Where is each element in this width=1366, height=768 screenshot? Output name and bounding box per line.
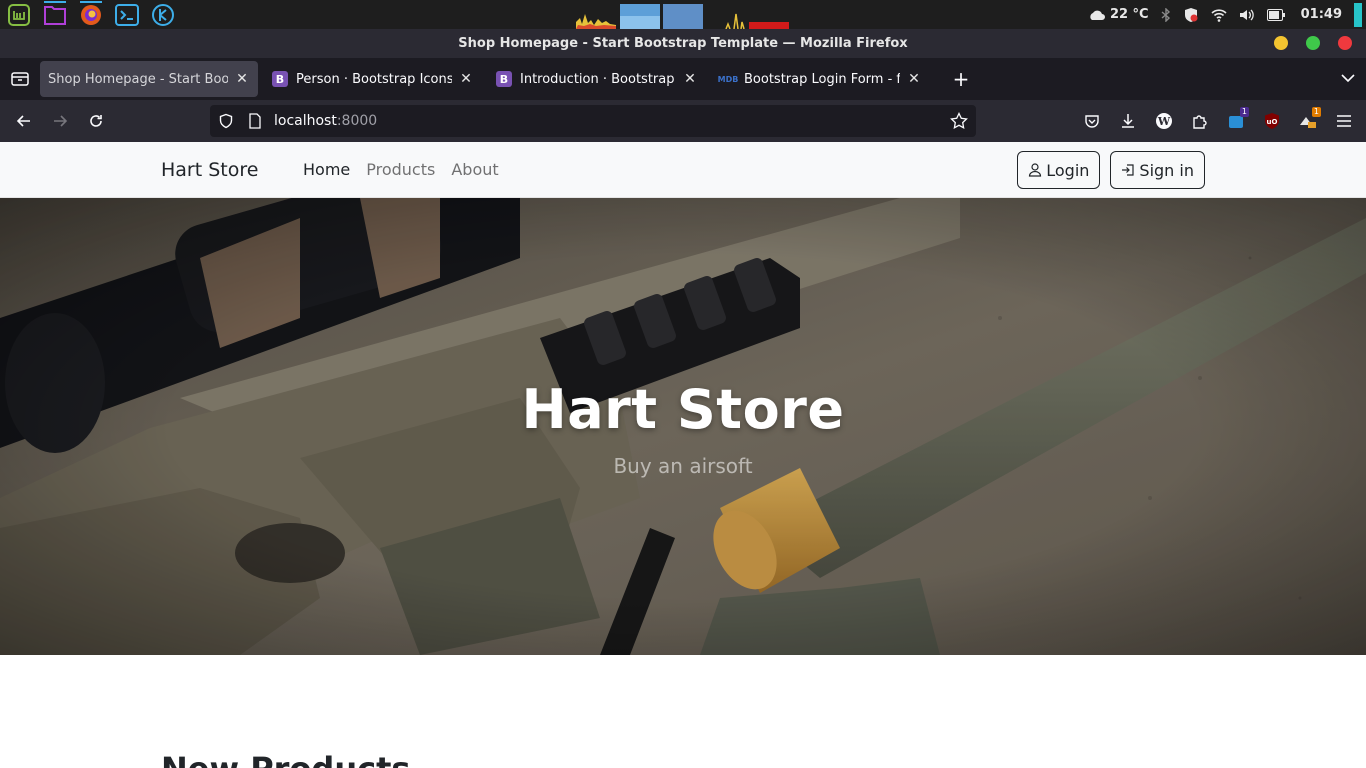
person-icon bbox=[1029, 163, 1042, 177]
bluetooth-icon[interactable] bbox=[1161, 7, 1171, 22]
pocket-icon bbox=[1085, 115, 1099, 128]
tab-title: Shop Homepage - Start Bootstrap Template bbox=[48, 71, 228, 87]
panel-launchers bbox=[0, 0, 176, 29]
list-all-tabs-button[interactable] bbox=[1340, 70, 1356, 90]
firefox-icon[interactable] bbox=[78, 0, 104, 28]
url-bar[interactable]: localhost:8000 bbox=[210, 105, 976, 137]
window-controls bbox=[1274, 36, 1352, 50]
extensions-button[interactable] bbox=[1186, 104, 1214, 138]
cloud-icon bbox=[1090, 10, 1105, 20]
extension-blue-button[interactable]: 1 bbox=[1222, 104, 1250, 138]
show-desktop-button[interactable] bbox=[1354, 2, 1362, 27]
firefox-view-icon bbox=[11, 72, 29, 86]
close-tab-icon[interactable]: ✕ bbox=[234, 71, 250, 87]
terminal-icon[interactable] bbox=[114, 2, 140, 28]
battery-icon[interactable] bbox=[1266, 8, 1285, 21]
nav-link-products[interactable]: Products bbox=[366, 160, 435, 179]
bootstrap-icon: B bbox=[496, 71, 512, 87]
site-brand[interactable]: Hart Store bbox=[161, 159, 258, 181]
tab-title: Bootstrap Login Form - free examples bbox=[744, 71, 900, 87]
svg-text:uO: uO bbox=[1267, 118, 1278, 126]
svg-text:W: W bbox=[1157, 115, 1171, 128]
chevron-down-icon bbox=[1341, 74, 1355, 83]
close-tab-icon[interactable]: ✕ bbox=[682, 71, 698, 87]
hamburger-menu-icon bbox=[1337, 115, 1351, 127]
new-tab-button[interactable]: + bbox=[946, 64, 976, 94]
arrow-right-icon bbox=[54, 115, 68, 127]
puzzle-icon bbox=[1193, 115, 1207, 129]
pocket-button[interactable] bbox=[1078, 104, 1106, 138]
nav-link-home[interactable]: Home bbox=[303, 160, 350, 179]
app-menu-button[interactable] bbox=[1330, 104, 1358, 138]
site-nav-links: Home Products About bbox=[303, 160, 499, 179]
auth-buttons: Login Sign in bbox=[1017, 151, 1205, 189]
toolbar-right-buttons: W 1 uO 1 bbox=[1078, 104, 1358, 138]
url-port: :8000 bbox=[336, 113, 378, 129]
os-top-panel: 22 °C 01:49 bbox=[0, 0, 1366, 29]
weather-applet[interactable]: 22 °C bbox=[1088, 7, 1149, 22]
new-products-heading: New Products bbox=[161, 750, 410, 768]
reload-button[interactable] bbox=[78, 103, 114, 139]
hero-subtitle: Buy an airsoft bbox=[613, 454, 753, 478]
login-button[interactable]: Login bbox=[1017, 151, 1101, 189]
downloads-button[interactable] bbox=[1114, 104, 1142, 138]
system-tray: 22 °C 01:49 bbox=[1088, 0, 1366, 29]
extension-badge: 1 bbox=[1311, 107, 1321, 117]
vscode-icon[interactable] bbox=[150, 2, 176, 28]
volume-icon[interactable] bbox=[1239, 8, 1255, 22]
window-title: Shop Homepage - Start Bootstrap Template… bbox=[458, 36, 908, 51]
back-button[interactable] bbox=[6, 103, 42, 139]
wikipedia-extension-button[interactable]: W bbox=[1150, 104, 1178, 138]
files-icon[interactable] bbox=[42, 0, 68, 28]
close-tab-icon[interactable]: ✕ bbox=[906, 71, 922, 87]
tab-bootstrap-login-form[interactable]: MDB Bootstrap Login Form - free examples… bbox=[712, 61, 930, 97]
page-icon[interactable] bbox=[248, 113, 262, 129]
hero-banner: Hart Store Buy an airsoft bbox=[0, 198, 1366, 655]
tab-person-bootstrap-icons[interactable]: B Person · Bootstrap Icons ✕ bbox=[264, 61, 482, 97]
site-navbar: Hart Store Home Products About Login Sig… bbox=[0, 142, 1366, 198]
weather-temperature: 22 °C bbox=[1109, 7, 1149, 22]
ublock-icon: uO bbox=[1265, 113, 1279, 129]
extension-badge: 1 bbox=[1239, 107, 1249, 117]
tab-title: Introduction · Bootstrap v5.3 bbox=[520, 71, 676, 87]
close-tab-icon[interactable]: ✕ bbox=[458, 71, 474, 87]
signin-button[interactable]: Sign in bbox=[1110, 151, 1205, 189]
navigation-toolbar: localhost:8000 W 1 uO 1 bbox=[0, 100, 1366, 142]
system-monitor-graph-icon bbox=[576, 4, 789, 29]
maximize-button[interactable] bbox=[1306, 36, 1320, 50]
extension-orange-button[interactable]: 1 bbox=[1294, 104, 1322, 138]
shield-icon[interactable] bbox=[218, 113, 234, 129]
reload-icon bbox=[90, 115, 102, 127]
web-page: Hart Store Home Products About Login Sig… bbox=[0, 142, 1366, 768]
window-titlebar: Shop Homepage - Start Bootstrap Template… bbox=[0, 29, 1366, 58]
url-host: localhost bbox=[274, 113, 337, 129]
bootstrap-icon: B bbox=[272, 71, 288, 87]
wikipedia-icon: W bbox=[1156, 113, 1172, 129]
download-icon bbox=[1122, 114, 1134, 128]
shield-update-icon[interactable] bbox=[1183, 7, 1199, 23]
login-button-label: Login bbox=[1046, 160, 1090, 180]
close-window-button[interactable] bbox=[1338, 36, 1352, 50]
forward-button[interactable] bbox=[42, 103, 78, 139]
box-arrow-in-right-icon bbox=[1122, 164, 1135, 176]
clock[interactable]: 01:49 bbox=[1301, 7, 1342, 22]
bookmark-star-icon[interactable] bbox=[950, 112, 968, 130]
hero-title: Hart Store bbox=[521, 378, 845, 441]
url-text[interactable]: localhost:8000 bbox=[274, 113, 377, 129]
mdb-icon: MDB bbox=[717, 74, 739, 84]
arrow-left-icon bbox=[16, 115, 30, 127]
firefox-view-button[interactable] bbox=[0, 71, 40, 87]
minimize-button[interactable] bbox=[1274, 36, 1288, 50]
tab-shop-homepage[interactable]: Shop Homepage - Start Bootstrap Template… bbox=[40, 61, 258, 97]
signin-button-label: Sign in bbox=[1139, 160, 1194, 180]
tab-introduction-bootstrap[interactable]: B Introduction · Bootstrap v5.3 ✕ bbox=[488, 61, 706, 97]
tab-title: Person · Bootstrap Icons bbox=[296, 71, 452, 87]
mint-menu-icon[interactable] bbox=[6, 2, 32, 28]
tab-strip: Shop Homepage - Start Bootstrap Template… bbox=[0, 58, 1366, 100]
nav-link-about[interactable]: About bbox=[451, 160, 498, 179]
ublock-origin-button[interactable]: uO bbox=[1258, 104, 1286, 138]
wifi-icon[interactable] bbox=[1211, 8, 1227, 22]
